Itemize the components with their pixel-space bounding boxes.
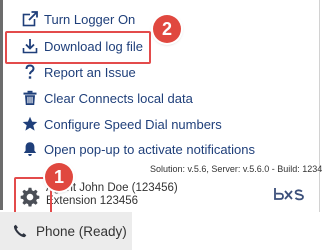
phone-icon: [12, 223, 28, 239]
menu-item-configure-speed-dial[interactable]: Configure Speed Dial numbers: [21, 113, 222, 135]
menu-item-label: Open pop-up to activate notifications: [44, 141, 256, 157]
download-icon: [21, 37, 39, 55]
tab-phone-label: Phone (Ready): [36, 223, 127, 239]
menu-item-label: Configure Speed Dial numbers: [44, 116, 222, 132]
settings-gear-button[interactable]: [19, 186, 41, 208]
menu-item-label: Download log file: [44, 38, 144, 54]
question-mark-icon: [21, 63, 39, 81]
screenshot-stage: Turn Logger On Download log file Report …: [0, 0, 322, 250]
agent-extension: Extension 123456: [46, 195, 139, 207]
menu-item-download-log-file[interactable]: Download log file: [21, 35, 143, 57]
callout-badge-1: 1: [45, 163, 73, 191]
panel-right-border: [319, 0, 320, 212]
menu-item-label: Clear Connects local data: [44, 90, 193, 106]
gear-icon: [20, 187, 40, 207]
menu-item-label: Turn Logger On: [44, 11, 136, 27]
menu-item-report-an-issue[interactable]: Report an Issue: [21, 61, 136, 83]
tab-phone[interactable]: Phone (Ready): [0, 212, 132, 250]
bell-icon: [21, 140, 39, 158]
menu-item-open-popup-notifications[interactable]: Open pop-up to activate notifications: [21, 138, 255, 160]
trash-icon: [21, 89, 39, 107]
menu-item-clear-connects-local-data[interactable]: Clear Connects local data: [21, 87, 193, 109]
bottom-tab-bar: Phone (Ready): [0, 212, 322, 250]
callout-badge-2: 2: [153, 15, 181, 43]
star-icon: [21, 115, 39, 133]
brand-logo: [273, 186, 309, 202]
external-link-icon: [21, 10, 39, 28]
menu-item-label: Report an Issue: [44, 64, 136, 80]
version-info: Solution: v.5.6, Server: v.5.6.0 - Build…: [150, 164, 322, 174]
menu-item-turn-logger-on[interactable]: Turn Logger On: [21, 8, 135, 30]
